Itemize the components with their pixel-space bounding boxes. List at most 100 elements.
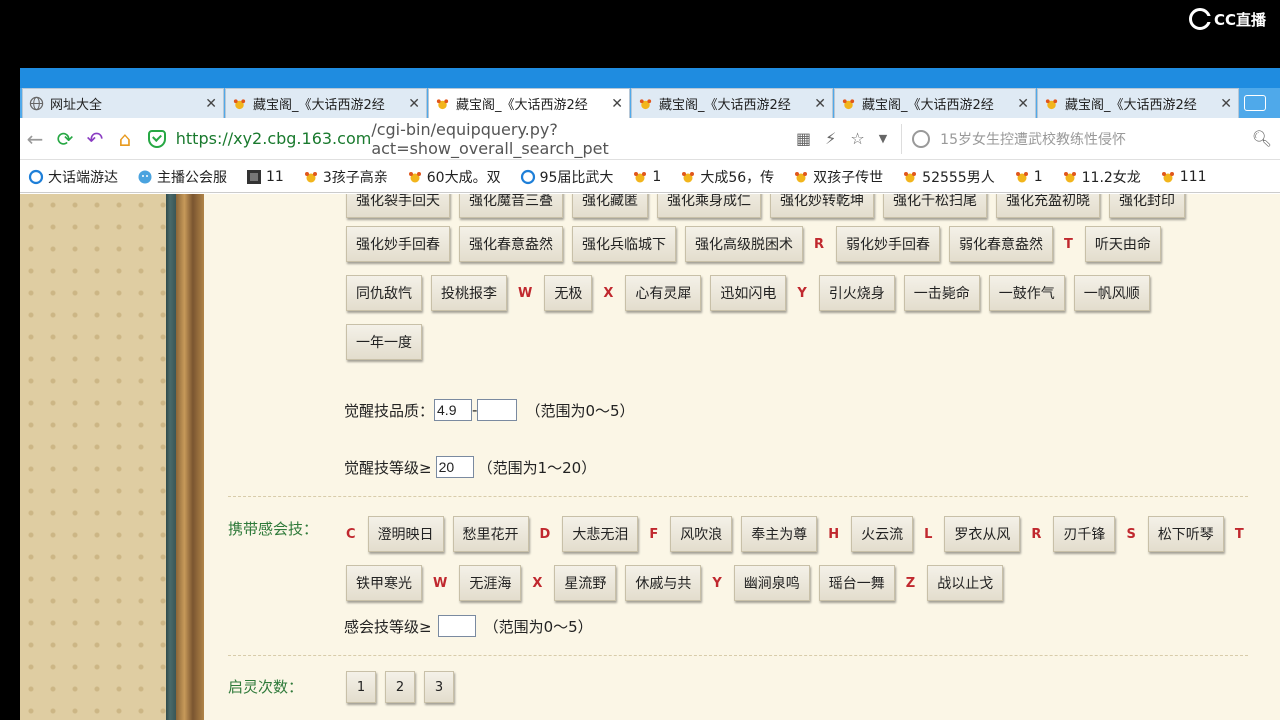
close-icon[interactable]: ✕	[205, 96, 217, 112]
home-button[interactable]: ⌂	[110, 124, 140, 154]
skill-button[interactable]: 同仇敌忾	[346, 275, 422, 311]
tab-list-icon[interactable]	[1240, 88, 1270, 118]
awaken-quality-max-input[interactable]	[477, 399, 518, 421]
qiling-option-button[interactable]: 2	[385, 671, 415, 703]
qiling-option-button[interactable]: 3	[424, 671, 454, 703]
bookmark-item[interactable]: 1	[1014, 169, 1043, 185]
skill-button[interactable]: 强化千松扫尾	[883, 194, 987, 218]
carry-skill-title: 携带感会技：	[228, 520, 319, 538]
skill-button[interactable]: 罗衣从风	[944, 516, 1021, 552]
skill-button[interactable]: 一鼓作气	[988, 275, 1065, 311]
bookmark-item[interactable]: 95届比武大	[520, 167, 613, 187]
skill-button[interactable]: 投桃报李	[431, 275, 507, 311]
bookmark-item[interactable]: 111	[1160, 169, 1207, 185]
bookmark-item[interactable]: 11	[246, 169, 284, 185]
skill-button[interactable]: 奉主为尊	[741, 516, 818, 552]
browser-tab[interactable]: 藏宝阁_《大话西游2经 ✕	[428, 88, 630, 118]
skill-button[interactable]: 强化妙手回春	[346, 226, 450, 262]
star-icon[interactable]: ☆	[850, 129, 864, 148]
awaken-quality-min-input[interactable]	[434, 399, 473, 421]
skill-button[interactable]: 强化春意盎然	[459, 226, 563, 262]
game-icon	[680, 169, 696, 185]
skill-button[interactable]: 铁甲寒光	[346, 565, 422, 601]
qr-icon[interactable]: ▦	[796, 129, 811, 148]
bookmark-item[interactable]: 3孩子高亲	[303, 167, 388, 187]
bookmark-item[interactable]: 60大成。双	[407, 167, 501, 187]
index-letter: Y	[712, 575, 722, 591]
search-icon[interactable]: 🔍︎	[1252, 129, 1272, 148]
index-letter: X	[532, 575, 543, 591]
skill-button[interactable]: 幽涧泉鸣	[733, 565, 810, 601]
skill-button[interactable]: 迅如闪电	[710, 275, 787, 311]
back-button[interactable]: ←	[20, 124, 50, 154]
skill-button[interactable]: 强化裂手回天	[346, 194, 450, 218]
skill-button[interactable]: 澄明映日	[367, 516, 444, 552]
refresh-icon	[520, 169, 536, 185]
skill-button[interactable]: 弱化春意盎然	[949, 226, 1054, 262]
skill-button[interactable]: 引火烧身	[818, 275, 895, 311]
qiling-title: 启灵次数：	[228, 678, 304, 696]
bookmark-item[interactable]: 双孩子传世	[793, 167, 883, 187]
skill-button[interactable]: 火云流	[851, 516, 914, 552]
tab-label: 藏宝阁_《大话西游2经	[862, 98, 994, 113]
skill-button[interactable]: 强化封印	[1109, 194, 1185, 218]
bookmark-item[interactable]: 1	[632, 169, 661, 185]
skill-button[interactable]: 大悲无泪	[562, 516, 639, 552]
skill-button[interactable]: 听天由命	[1084, 226, 1161, 262]
browser-tab[interactable]: 藏宝阁_《大话西游2经 ✕	[1037, 88, 1239, 118]
search-box[interactable]: 15岁女生控遭武校教练性侵怀 🔍︎	[901, 123, 1280, 154]
close-icon[interactable]: ✕	[611, 96, 623, 112]
skill-button[interactable]: 强化充盈初晓	[996, 194, 1100, 218]
bookmark-label: 1	[1033, 168, 1043, 185]
bookmark-label: 双孩子传世	[813, 169, 884, 186]
bookmark-item[interactable]: 11.2女龙	[1062, 167, 1141, 187]
close-icon[interactable]: ✕	[408, 96, 420, 112]
bookmark-item[interactable]: 主播公会服	[137, 167, 227, 187]
skill-button[interactable]: 强化藏匿	[572, 194, 648, 218]
skill-button[interactable]: 强化妙转乾坤	[770, 194, 874, 218]
skill-button[interactable]: 风吹浪	[670, 516, 733, 552]
browser-tab[interactable]: 藏宝阁_《大话西游2经 ✕	[834, 88, 1036, 118]
skill-button[interactable]: 强化兵临城下	[572, 226, 676, 262]
skill-button[interactable]: 战以止戈	[927, 565, 1004, 601]
skill-button[interactable]: 愁里花开	[452, 516, 529, 552]
skill-button[interactable]: 一击毙命	[903, 275, 980, 311]
skill-button[interactable]: 刃千锋	[1053, 516, 1116, 552]
refresh-button[interactable]: ⟳	[50, 124, 80, 154]
skill-button[interactable]: 一年一度	[346, 324, 422, 360]
game-icon	[1014, 169, 1030, 185]
skill-button[interactable]: 强化乘身成仁	[657, 194, 761, 218]
close-icon[interactable]: ✕	[814, 96, 826, 112]
address-bar[interactable]: https://xy2.cbg.163.com/cgi-bin/equipque…	[148, 120, 788, 158]
bookmark-item[interactable]: 大话端游达	[28, 167, 118, 187]
skill-button[interactable]: 强化魔音三叠	[459, 194, 563, 218]
dropdown-icon[interactable]: ▼	[879, 132, 887, 145]
skill-button[interactable]: 无极	[544, 275, 593, 311]
skill-button[interactable]: 休戚与共	[625, 565, 702, 601]
undo-button[interactable]: ↶	[80, 124, 110, 154]
carry-level-input[interactable]	[437, 615, 476, 637]
qiling-option-button[interactable]: 1	[346, 671, 376, 703]
game-icon	[841, 96, 856, 111]
skill-button[interactable]: 一帆风顺	[1073, 275, 1150, 311]
bookmark-item[interactable]: 大成56，传	[680, 167, 774, 187]
skill-button[interactable]: 心有灵犀	[625, 275, 702, 311]
skill-button[interactable]: 星流野	[554, 565, 617, 601]
index-letter: H	[828, 526, 840, 542]
skill-button[interactable]: 松下听琴	[1147, 516, 1224, 552]
awaken-level-input[interactable]	[435, 456, 474, 478]
skill-button[interactable]: 强化高级脱困术	[685, 226, 803, 262]
bookmark-item[interactable]: 52555男人	[902, 167, 995, 187]
skill-button[interactable]: 弱化妙手回春	[836, 226, 941, 262]
skill-button[interactable]: 无涯海	[459, 565, 522, 601]
lightning-icon[interactable]: ⚡	[825, 129, 836, 148]
skill-button[interactable]: 瑶台一舞	[818, 565, 895, 601]
browser-tab[interactable]: 藏宝阁_《大话西游2经 ✕	[225, 88, 427, 118]
browser-tab[interactable]: 藏宝阁_《大话西游2经 ✕	[631, 88, 833, 118]
browser-tab[interactable]: 网址大全 ✕	[22, 88, 224, 118]
close-icon[interactable]: ✕	[1220, 96, 1232, 112]
qiling-options: 123	[346, 671, 463, 703]
close-icon[interactable]: ✕	[1017, 96, 1029, 112]
divider	[228, 496, 1248, 497]
bookmark-label: 60大成。双	[426, 169, 501, 186]
